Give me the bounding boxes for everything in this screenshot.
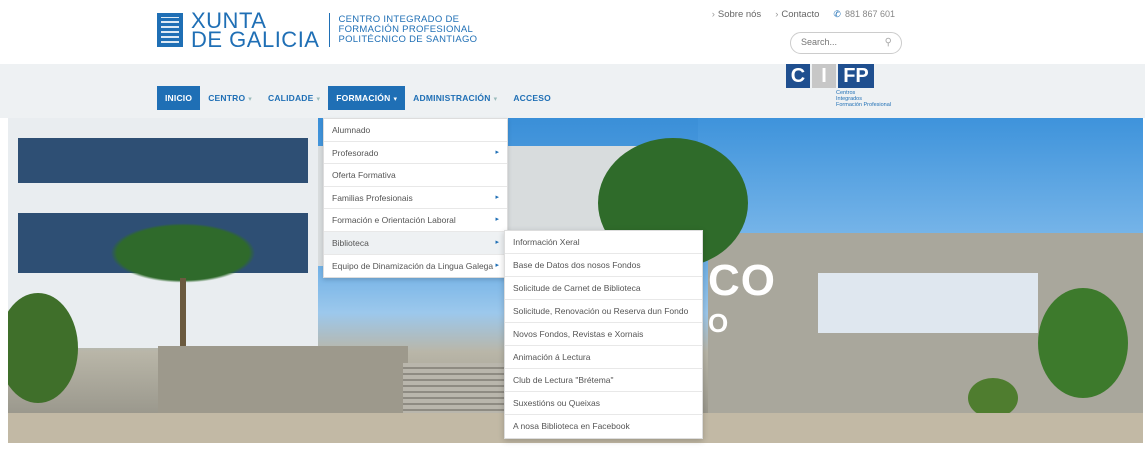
nav-item-inicio[interactable]: INICIO <box>157 86 201 110</box>
contacto-label: Contacto <box>781 9 820 20</box>
menu-item-oferta-formativa[interactable]: Oferta Formativa <box>324 164 507 187</box>
nav-item-administracion[interactable]: ADMINISTRACIÓN ▾ <box>405 86 505 110</box>
chevron-right-icon: ▸ <box>495 216 499 224</box>
menu-item-label: Biblioteca <box>332 237 369 248</box>
nav-label: CENTRO <box>208 93 246 103</box>
biblioteca-submenu: Información Xeral Base de Datos dos noso… <box>504 230 703 439</box>
submenu-item-facebook[interactable]: A nosa Biblioteca en Facebook <box>505 415 702 438</box>
submenu-item-novos-fondos[interactable]: Novos Fondos, Revistas e Xornais <box>505 323 702 346</box>
sobre-nos-label: Sobre nós <box>717 9 762 20</box>
submenu-item-reserva[interactable]: Solicitude, Renovación ou Reserva dun Fo… <box>505 300 702 323</box>
chevron-right-icon: › <box>775 9 779 20</box>
cifp-letters: C I FP <box>786 64 891 88</box>
submenu-item-suxestions[interactable]: Suxestións ou Queixas <box>505 392 702 415</box>
hero-subheading: O <box>708 308 729 338</box>
search-box: ⚲ <box>790 32 902 54</box>
cifp-badge-logo[interactable]: C I FP Centros Integrados Formación Prof… <box>786 64 891 108</box>
nav-label: CALIDADE <box>268 93 314 103</box>
search-input[interactable] <box>801 37 881 47</box>
search-icon[interactable]: ⚲ <box>885 37 892 48</box>
menu-item-label: Familias Profesionais <box>332 192 413 203</box>
xunta-line2: DE GALICIA <box>191 27 320 52</box>
submenu-item-informacion-xeral[interactable]: Información Xeral <box>505 231 702 254</box>
menu-item-label: Formación e Orientación Laboral <box>332 215 456 226</box>
menu-item-fol[interactable]: Formación e Orientación Laboral ▸ <box>324 209 507 232</box>
nav-label: ACCESO <box>513 93 551 103</box>
chevron-down-icon: ▾ <box>248 96 252 103</box>
chevron-right-icon: ▸ <box>495 193 499 201</box>
xunta-logo[interactable]: XUNTA DE GALICIA CENTRO INTEGRADO DE FOR… <box>157 10 477 52</box>
xunta-wordmark: XUNTA DE GALICIA <box>191 10 320 52</box>
chevron-right-icon: › <box>711 9 715 20</box>
nav-label: ADMINISTRACIÓN <box>413 93 491 103</box>
chevron-right-icon: ▸ <box>495 238 499 246</box>
menu-item-label: Profesorado <box>332 147 379 158</box>
phone-link[interactable]: ✆ 881 867 601 <box>833 9 895 20</box>
contacto-link[interactable]: › Contacto <box>775 9 819 20</box>
main-nav-bar: INICIO CENTRO ▾ CALIDADE ▾ FORMACIÓN ▾ ADMI… <box>0 64 1145 118</box>
cifp-sub-line3: Formación Profesional <box>836 102 892 108</box>
hero-heading: CO <box>708 256 776 305</box>
submenu-item-club-lectura[interactable]: Club de Lectura "Brétema" <box>505 369 702 392</box>
site-header: XUNTA DE GALICIA CENTRO INTEGRADO DE FOR… <box>0 0 1145 64</box>
menu-item-profesorado[interactable]: Profesorado ▸ <box>324 142 507 165</box>
menu-item-label: Oferta Formativa <box>332 170 396 181</box>
hero-windows <box>18 138 308 183</box>
menu-item-label: Equipo de Dinamización da Lingua Galega <box>332 260 494 271</box>
nav-label: FORMACIÓN <box>336 93 391 103</box>
menu-item-alumnado[interactable]: Alumnado <box>324 119 507 142</box>
top-links: › Sobre nós › Contacto ✆ 881 867 601 <box>712 9 895 20</box>
menu-item-biblioteca[interactable]: Biblioteca ▸ <box>324 231 507 255</box>
nav-item-centro[interactable]: CENTRO ▾ <box>200 86 260 110</box>
submenu-item-animacion-lectura[interactable]: Animación á Lectura <box>505 346 702 369</box>
hero-tree <box>1038 288 1128 398</box>
nav-label: INICIO <box>165 93 193 103</box>
nav-item-acceso[interactable]: ACCESO <box>505 86 559 110</box>
menu-item-equipo-dinamizacion[interactable]: Equipo de Dinamización da Lingua Galega ▸ <box>324 255 507 278</box>
hero-windows <box>818 273 1038 333</box>
sobre-nos-link[interactable]: › Sobre nós <box>712 9 761 20</box>
cifp-name: CENTRO INTEGRADO DE FORMACIÓN PROFESIONA… <box>338 15 477 45</box>
phone-icon: ✆ <box>833 9 841 19</box>
hero-sky <box>698 118 1143 248</box>
xunta-emblem-icon <box>157 13 183 47</box>
formacion-dropdown-menu: Alumnado Profesorado ▸ Oferta Formativa F… <box>323 118 508 279</box>
nav-item-calidade[interactable]: CALIDADE ▾ <box>260 86 328 110</box>
nav-item-formacion[interactable]: FORMACIÓN ▾ <box>328 86 406 110</box>
chevron-right-icon: ▸ <box>495 148 499 156</box>
chevron-down-icon: ▾ <box>393 96 398 103</box>
phone-number: 881 867 601 <box>844 9 895 19</box>
chevron-right-icon: ▸ <box>495 261 499 269</box>
logo-divider <box>329 13 331 47</box>
menu-item-label: Alumnado <box>332 125 371 135</box>
chevron-down-icon: ▾ <box>493 96 498 103</box>
main-nav: INICIO CENTRO ▾ CALIDADE ▾ FORMACIÓN ▾ ADMI… <box>157 86 559 110</box>
cifp-letter-fp: FP <box>838 64 874 88</box>
cifp-letter-i: I <box>812 64 836 88</box>
submenu-item-carnet[interactable]: Solicitude de Carnet de Biblioteca <box>505 277 702 300</box>
cifp-name-line3: POLITÉCNICO DE SANTIAGO <box>338 34 478 45</box>
cifp-letter-c: C <box>786 64 810 88</box>
submenu-item-base-datos[interactable]: Base de Datos dos nosos Fondos <box>505 254 702 277</box>
menu-item-familias-profesionais[interactable]: Familias Profesionais ▸ <box>324 187 507 210</box>
chevron-down-icon: ▾ <box>316 96 321 103</box>
hero-shrub <box>968 378 1018 418</box>
cifp-badge-subtitle: Centros Integrados Formación Profesional <box>836 90 891 108</box>
